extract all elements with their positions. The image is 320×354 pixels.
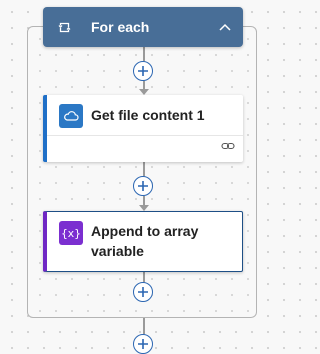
onedrive-cloud-icon (59, 104, 83, 128)
connector-line (143, 47, 145, 61)
action-card-append-to-array-variable[interactable]: {x} Append to array variable (43, 211, 243, 272)
add-step-button[interactable] (133, 282, 153, 302)
connector-line (143, 318, 145, 334)
loop-icon (57, 20, 71, 34)
plus-icon (137, 286, 149, 298)
plus-icon (137, 180, 149, 192)
link-icon[interactable] (221, 141, 235, 151)
add-step-button[interactable] (133, 61, 153, 81)
add-step-button[interactable] (133, 176, 153, 196)
add-step-button[interactable] (133, 334, 153, 354)
foreach-title: For each (91, 19, 150, 35)
connector-line (143, 272, 145, 282)
card-divider (47, 135, 243, 136)
action-title: Append to array variable (91, 223, 199, 259)
action-card-get-file-content[interactable]: Get file content 1 (43, 95, 243, 162)
chevron-up-icon[interactable] (213, 15, 237, 39)
connector-line (143, 81, 145, 89)
variable-icon-glyph: {x} (61, 226, 81, 240)
variable-icon: {x} (59, 221, 83, 245)
connector-line (143, 162, 145, 176)
plus-icon (137, 338, 149, 350)
connector-line (143, 196, 145, 205)
plus-icon (137, 65, 149, 77)
action-title: Get file content 1 (91, 107, 205, 123)
foreach-header[interactable]: For each (43, 7, 243, 47)
